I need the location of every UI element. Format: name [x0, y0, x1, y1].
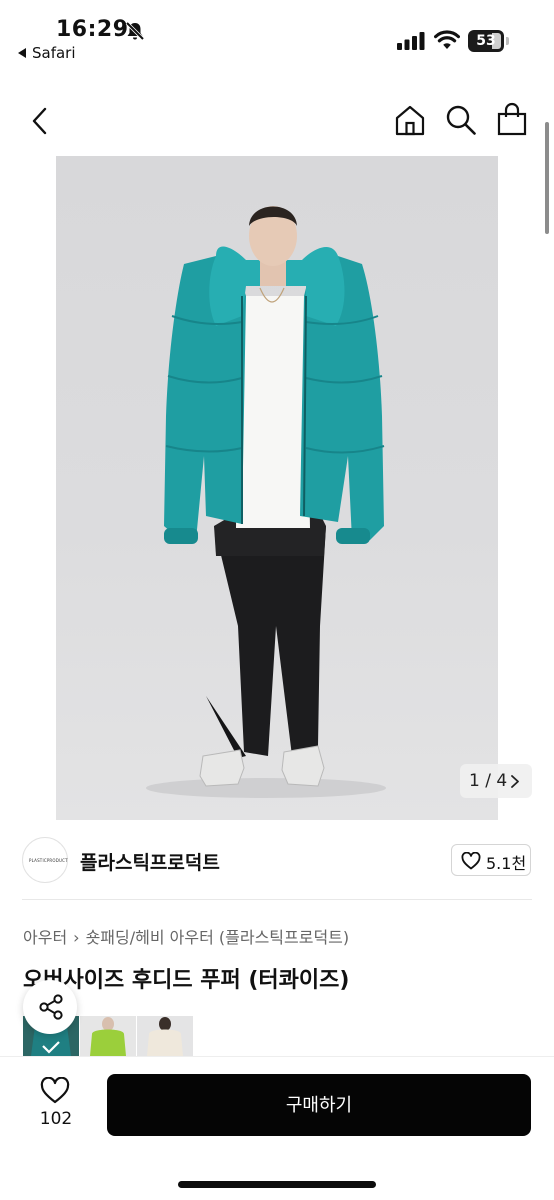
status-bar: 16:29 Safari 53	[0, 0, 554, 70]
shopping-bag-icon[interactable]	[496, 102, 528, 136]
breadcrumb: 아우터 › 숏패딩/헤비 아우터 (플라스틱프로덕트)	[23, 924, 349, 948]
product-title: 오버사이즈 후디드 푸퍼 (터콰이즈)	[23, 968, 350, 993]
lime-thumbnail	[80, 1016, 136, 1056]
brand-logo[interactable]: PLASTICPRODUCT	[22, 837, 68, 883]
top-navigation	[0, 96, 554, 146]
bell-slash-icon	[125, 21, 145, 41]
product-photo	[146, 206, 386, 798]
brand-name[interactable]: 플라스틱프로덕트	[80, 848, 220, 875]
color-option-lime[interactable]	[80, 1016, 136, 1056]
wishlist-button[interactable]: 102	[30, 1077, 84, 1137]
back-chevron-icon[interactable]	[26, 106, 56, 136]
home-indicator[interactable]	[178, 1181, 376, 1188]
wifi-icon	[434, 30, 460, 49]
battery-icon: 53	[468, 30, 510, 52]
share-icon	[39, 994, 63, 1020]
scroll-indicator[interactable]	[545, 122, 549, 234]
heart-outline-icon	[461, 852, 481, 870]
brand-row[interactable]: PLASTICPRODUCT 플라스틱프로덕트 5.1천	[0, 832, 554, 892]
status-time: 16:29	[56, 17, 129, 42]
purchase-bar: 102 구매하기	[0, 1056, 554, 1200]
breadcrumb-level-2[interactable]: 숏패딩/헤비 아우터 (플라스틱프로덕트)	[86, 928, 350, 947]
product-image[interactable]	[56, 156, 498, 820]
image-counter[interactable]: 1 / 4	[460, 764, 532, 798]
search-icon[interactable]	[445, 104, 477, 136]
home-icon[interactable]	[394, 104, 426, 136]
share-button[interactable]	[23, 980, 77, 1034]
signal-icon	[397, 32, 425, 50]
chevron-right-icon	[511, 775, 519, 788]
brand-logo-text: PLASTICPRODUCT	[29, 858, 68, 863]
wishlist-count: 102	[39, 1109, 73, 1129]
buy-button[interactable]: 구매하기	[107, 1074, 531, 1136]
cream-thumbnail	[137, 1016, 193, 1056]
breadcrumb-chevron-icon: ›	[73, 928, 80, 947]
breadcrumb-level-1[interactable]: 아우터	[23, 928, 67, 947]
back-triangle-icon	[18, 48, 26, 58]
color-option-cream[interactable]	[137, 1016, 193, 1056]
divider	[22, 899, 532, 900]
back-app-label: Safari	[32, 44, 76, 62]
image-counter-label: 1 / 4	[469, 771, 508, 791]
back-to-app-link[interactable]: Safari	[18, 44, 76, 62]
brand-like-button[interactable]: 5.1천	[451, 844, 531, 876]
heart-outline-icon	[40, 1077, 70, 1104]
battery-level: 53	[476, 33, 496, 49]
brand-like-count: 5.1천	[486, 854, 527, 873]
